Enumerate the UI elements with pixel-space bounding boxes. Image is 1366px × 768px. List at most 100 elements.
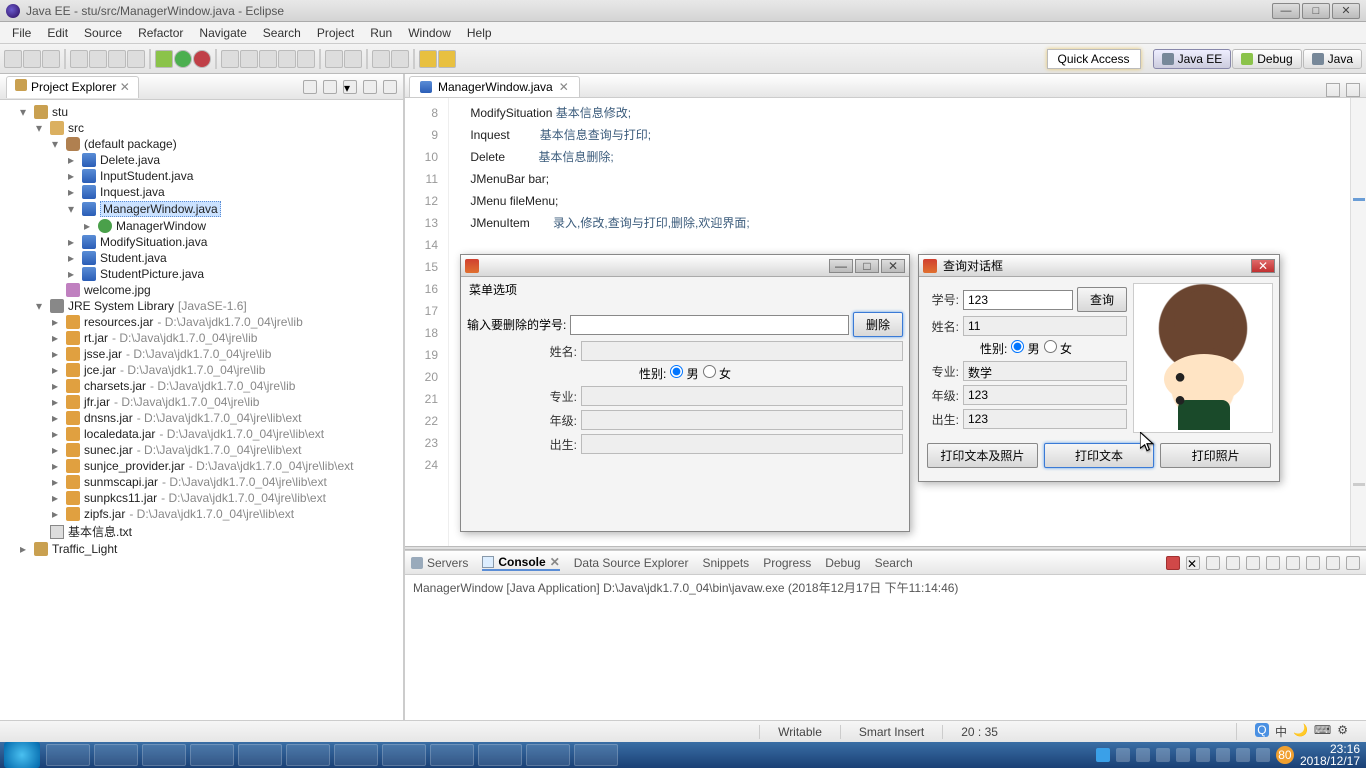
toolbar-button[interactable] xyxy=(70,50,88,68)
menu-refactor[interactable]: Refactor xyxy=(130,24,191,42)
tray-icon[interactable] xyxy=(1176,748,1190,762)
menu-project[interactable]: Project xyxy=(309,24,362,42)
console-output[interactable]: ManagerWindow [Java Application] D:\Java… xyxy=(405,575,1366,720)
close-icon[interactable]: ✕ xyxy=(550,555,560,569)
tree-item-jar[interactable]: jsse.jar xyxy=(84,347,122,361)
tab-servers[interactable]: Servers xyxy=(411,556,468,570)
tray-badge[interactable]: 80 xyxy=(1276,746,1294,764)
tree-item-file[interactable]: ModifySituation.java xyxy=(100,235,207,249)
print-text-button[interactable]: 打印文本 xyxy=(1044,443,1155,468)
close-icon[interactable]: ✕ xyxy=(120,80,130,94)
taskbar-item[interactable] xyxy=(526,744,570,766)
tree-item-jar[interactable]: localedata.jar xyxy=(84,427,155,441)
dialog-minimize-button[interactable]: — xyxy=(829,259,853,273)
project-tree[interactable]: ▾stu ▾src ▾(default package) ▸Delete.jav… xyxy=(0,100,403,720)
tree-item-jar[interactable]: sunec.jar xyxy=(84,443,133,457)
radio-male[interactable]: 男 xyxy=(670,365,698,382)
toolbar-button[interactable] xyxy=(240,50,258,68)
toolbar-button[interactable] xyxy=(108,50,126,68)
tree-item-txt[interactable]: 基本信息.txt xyxy=(68,523,132,540)
tree-item-jar[interactable]: zipfs.jar xyxy=(84,507,125,521)
print-text-photo-button[interactable]: 打印文本及照片 xyxy=(927,443,1038,468)
tree-item-jar[interactable]: charsets.jar xyxy=(84,379,146,393)
project-explorer-tab[interactable]: Project Explorer ✕ xyxy=(6,76,139,98)
toolbar-button[interactable] xyxy=(259,50,277,68)
open-console-icon[interactable] xyxy=(1306,556,1320,570)
forward-icon[interactable] xyxy=(438,50,456,68)
taskbar-item[interactable] xyxy=(430,744,474,766)
tree-item-jar[interactable]: sunjce_provider.jar xyxy=(84,459,185,473)
tab-console[interactable]: Console ✕ xyxy=(482,555,559,571)
tree-item-file-selected[interactable]: ManagerWindow.java xyxy=(100,201,221,217)
tree-item-project[interactable]: stu xyxy=(52,105,68,119)
taskbar-item[interactable] xyxy=(574,744,618,766)
dialog-close-button[interactable]: ✕ xyxy=(881,259,905,273)
dialog-menubar[interactable]: 菜单选项 xyxy=(461,277,909,302)
notification-icon[interactable]: Q xyxy=(1255,723,1269,737)
tree-item-jar[interactable]: sunmscapi.jar xyxy=(84,475,158,489)
tree-item-file[interactable]: StudentPicture.java xyxy=(100,267,204,281)
perspective-javaee[interactable]: Java EE xyxy=(1153,49,1232,69)
tree-item-jar[interactable]: resources.jar xyxy=(84,315,153,329)
window-maximize-button[interactable]: □ xyxy=(1302,3,1330,19)
tree-item-src[interactable]: src xyxy=(68,121,84,135)
toolbar-button[interactable] xyxy=(325,50,343,68)
taskbar-item[interactable] xyxy=(142,744,186,766)
view-menu-icon[interactable]: ▾ xyxy=(343,80,357,94)
perspective-java[interactable]: Java xyxy=(1303,49,1362,69)
maximize-icon[interactable] xyxy=(1346,556,1360,570)
search-icon[interactable] xyxy=(372,50,390,68)
taskbar-item[interactable] xyxy=(94,744,138,766)
tray-icon[interactable] xyxy=(1236,748,1250,762)
toolbar-button[interactable] xyxy=(127,50,145,68)
toolbar-button[interactable] xyxy=(42,50,60,68)
taskbar-item[interactable] xyxy=(478,744,522,766)
tray-icon[interactable] xyxy=(1196,748,1210,762)
tray-icon[interactable] xyxy=(1136,748,1150,762)
dialog-maximize-button[interactable]: □ xyxy=(855,259,879,273)
window-minimize-button[interactable]: — xyxy=(1272,3,1300,19)
tray-icon[interactable] xyxy=(1216,748,1230,762)
scroll-lock-icon[interactable] xyxy=(1246,556,1260,570)
new-server-icon[interactable] xyxy=(221,50,239,68)
back-icon[interactable] xyxy=(419,50,437,68)
input-student-id[interactable] xyxy=(570,315,849,335)
ime-icon[interactable]: 中 xyxy=(1275,723,1287,740)
radio-female[interactable]: 女 xyxy=(1044,340,1072,357)
tree-item-image[interactable]: welcome.jpg xyxy=(84,283,151,297)
run-icon[interactable] xyxy=(174,50,192,68)
delete-button[interactable]: 删除 xyxy=(853,312,903,337)
menu-edit[interactable]: Edit xyxy=(39,24,76,42)
tree-item-file[interactable]: Delete.java xyxy=(100,153,160,167)
tree-item-jar[interactable]: sunpkcs11.jar xyxy=(84,491,157,505)
dialog-titlebar[interactable]: 查询对话框 ✕ xyxy=(919,255,1279,277)
tray-icon[interactable] xyxy=(1256,748,1270,762)
keyboard-icon[interactable]: ⌨ xyxy=(1314,723,1331,740)
taskbar-item[interactable] xyxy=(190,744,234,766)
run-external-icon[interactable] xyxy=(193,50,211,68)
tree-item-project[interactable]: Traffic_Light xyxy=(52,542,117,556)
tree-item-jar[interactable]: jce.jar xyxy=(84,363,116,377)
radio-female[interactable]: 女 xyxy=(703,365,731,382)
taskbar-item[interactable] xyxy=(334,744,378,766)
print-photo-button[interactable]: 打印照片 xyxy=(1160,443,1271,468)
remove-all-icon[interactable] xyxy=(1206,556,1220,570)
menu-search[interactable]: Search xyxy=(255,24,309,42)
tree-item-class[interactable]: ManagerWindow xyxy=(116,219,206,233)
toolbar-button[interactable] xyxy=(23,50,41,68)
taskbar-item[interactable] xyxy=(238,744,282,766)
toolbar-button[interactable] xyxy=(4,50,22,68)
editor-tab[interactable]: ManagerWindow.java ✕ xyxy=(409,76,580,97)
dialog-titlebar[interactable]: — □ ✕ xyxy=(461,255,909,277)
toolbar-button[interactable] xyxy=(297,50,315,68)
tree-item-jre[interactable]: JRE System Library xyxy=(68,299,174,313)
moon-icon[interactable]: 🌙 xyxy=(1293,723,1308,740)
terminate-icon[interactable] xyxy=(1166,556,1180,570)
menu-navigate[interactable]: Navigate xyxy=(191,24,254,42)
link-editor-icon[interactable] xyxy=(323,80,337,94)
input-student-id[interactable] xyxy=(963,290,1073,310)
tree-item-jar[interactable]: rt.jar xyxy=(84,331,108,345)
toolbar-button[interactable] xyxy=(89,50,107,68)
menu-file[interactable]: File xyxy=(4,24,39,42)
tab-snippets[interactable]: Snippets xyxy=(702,556,749,570)
